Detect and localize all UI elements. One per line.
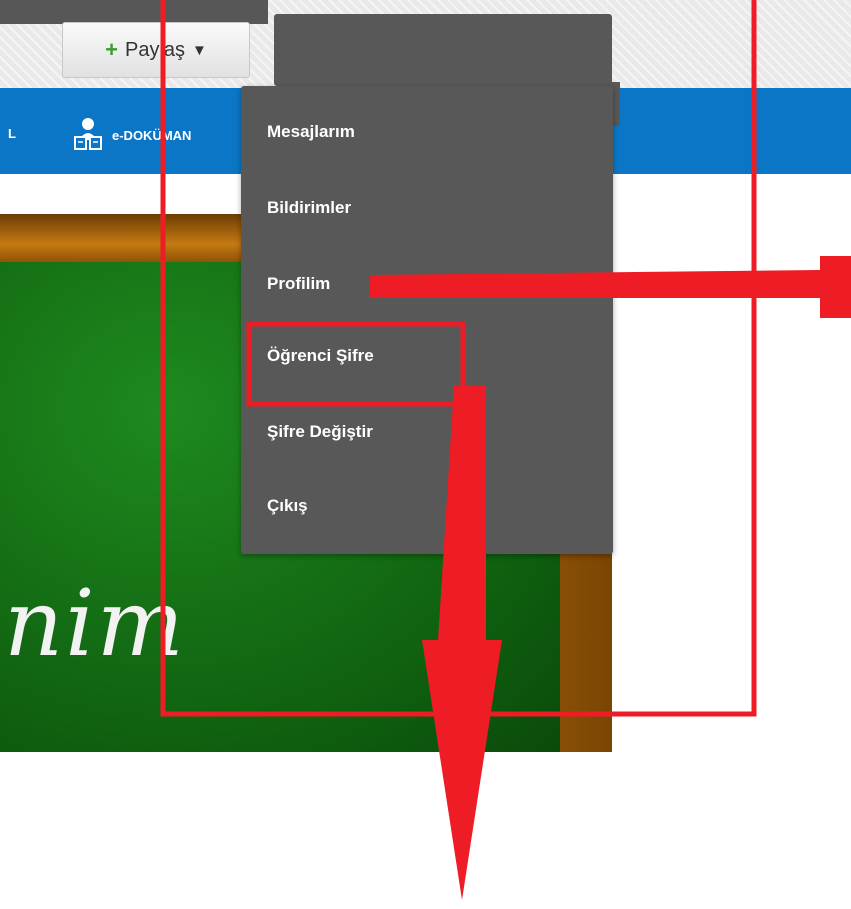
user-menu-dropdown bbox=[241, 86, 613, 554]
nav-item-e-dokuman-label: e-DOKÜMAN bbox=[112, 128, 192, 143]
caret-down-icon: ▼ bbox=[192, 41, 207, 59]
menu-item-change-password[interactable]: Şifre Değiştir bbox=[267, 422, 373, 442]
top-dark-bar bbox=[0, 0, 268, 24]
plus-icon: + bbox=[105, 37, 118, 62]
share-button[interactable]: + Paylaş ▼ bbox=[62, 22, 250, 78]
nav-item-e-dokuman[interactable]: e-DOKÜMAN bbox=[70, 116, 191, 155]
menu-item-student-password[interactable]: Öğrenci Şifre bbox=[267, 346, 374, 366]
menu-item-notifications[interactable]: Bildirimler bbox=[267, 198, 351, 218]
menu-item-logout[interactable]: Çıkış bbox=[267, 496, 308, 516]
share-button-label: Paylaş bbox=[124, 38, 186, 61]
menu-item-messages[interactable]: Mesajlarım bbox=[267, 122, 355, 142]
document-users-icon bbox=[70, 116, 106, 155]
chalkboard-text: nim bbox=[4, 570, 186, 677]
menu-item-profile[interactable]: Profilim bbox=[267, 274, 330, 294]
nav-item-truncated[interactable]: L bbox=[8, 126, 16, 141]
user-menu-header bbox=[274, 14, 612, 86]
